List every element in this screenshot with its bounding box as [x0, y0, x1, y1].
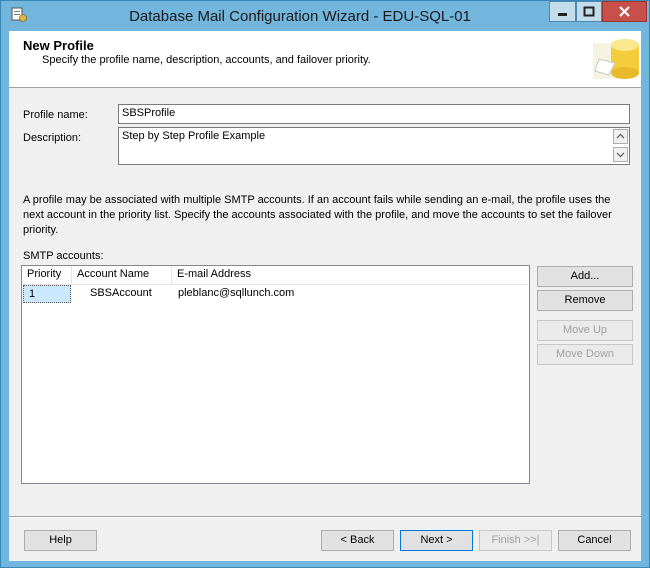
- column-header-priority[interactable]: Priority: [22, 266, 72, 284]
- move-down-button[interactable]: Move Down: [537, 344, 633, 365]
- table-row[interactable]: 1 SBSAccount pleblanc@sqllunch.com: [22, 285, 529, 303]
- cancel-button[interactable]: Cancel: [558, 530, 631, 551]
- column-header-email[interactable]: E-mail Address: [172, 266, 529, 284]
- description-input[interactable]: Step by Step Profile Example: [118, 127, 630, 165]
- description-scroll-down-button[interactable]: [613, 147, 628, 162]
- remove-button[interactable]: Remove: [537, 290, 633, 311]
- back-button[interactable]: < Back: [321, 530, 394, 551]
- info-text: A profile may be associated with multipl…: [23, 194, 612, 236]
- maximize-icon: [583, 6, 595, 17]
- add-button[interactable]: Add...: [537, 266, 633, 287]
- wizard-window: Database Mail Configuration Wizard - EDU…: [0, 0, 650, 568]
- minimize-icon: [558, 13, 567, 16]
- email-address-cell: pleblanc@sqllunch.com: [178, 287, 295, 299]
- move-up-button[interactable]: Move Up: [537, 320, 633, 341]
- database-mail-graphic-icon: [593, 39, 639, 79]
- chevron-up-icon: [616, 133, 625, 139]
- help-button[interactable]: Help: [24, 530, 97, 551]
- close-icon: [619, 6, 630, 17]
- smtp-accounts-list[interactable]: Priority Account Name E-mail Address 1 S…: [21, 265, 530, 484]
- next-button[interactable]: Next >: [400, 530, 473, 551]
- window-title: Database Mail Configuration Wizard - EDU…: [129, 8, 471, 25]
- smtp-accounts-label: SMTP accounts:: [23, 250, 104, 262]
- wizard-client-area: New Profile Specify the profile name, de…: [9, 31, 641, 561]
- footer-divider-highlight: [9, 517, 641, 518]
- list-header: Priority Account Name E-mail Address: [22, 266, 529, 285]
- profile-name-input[interactable]: SBSProfile: [118, 104, 630, 124]
- page-title: New Profile: [23, 38, 94, 53]
- page-subtitle: Specify the profile name, description, a…: [42, 54, 371, 66]
- close-button[interactable]: [602, 1, 647, 22]
- wizard-header: New Profile Specify the profile name, de…: [9, 31, 641, 88]
- minimize-button[interactable]: [549, 1, 576, 22]
- chevron-down-icon: [616, 152, 625, 158]
- maximize-button[interactable]: [576, 1, 602, 22]
- account-name-cell: SBSAccount: [90, 287, 152, 299]
- description-scroll-up-button[interactable]: [613, 129, 628, 144]
- description-text: Step by Step Profile Example: [122, 130, 266, 142]
- priority-cell: 1: [23, 285, 71, 303]
- description-label: Description:: [23, 132, 82, 144]
- finish-button[interactable]: Finish >>|: [479, 530, 552, 551]
- profile-name-label: Profile name:: [23, 109, 88, 121]
- column-header-account-name[interactable]: Account Name: [72, 266, 172, 284]
- title-bar[interactable]: Database Mail Configuration Wizard - EDU…: [1, 1, 649, 31]
